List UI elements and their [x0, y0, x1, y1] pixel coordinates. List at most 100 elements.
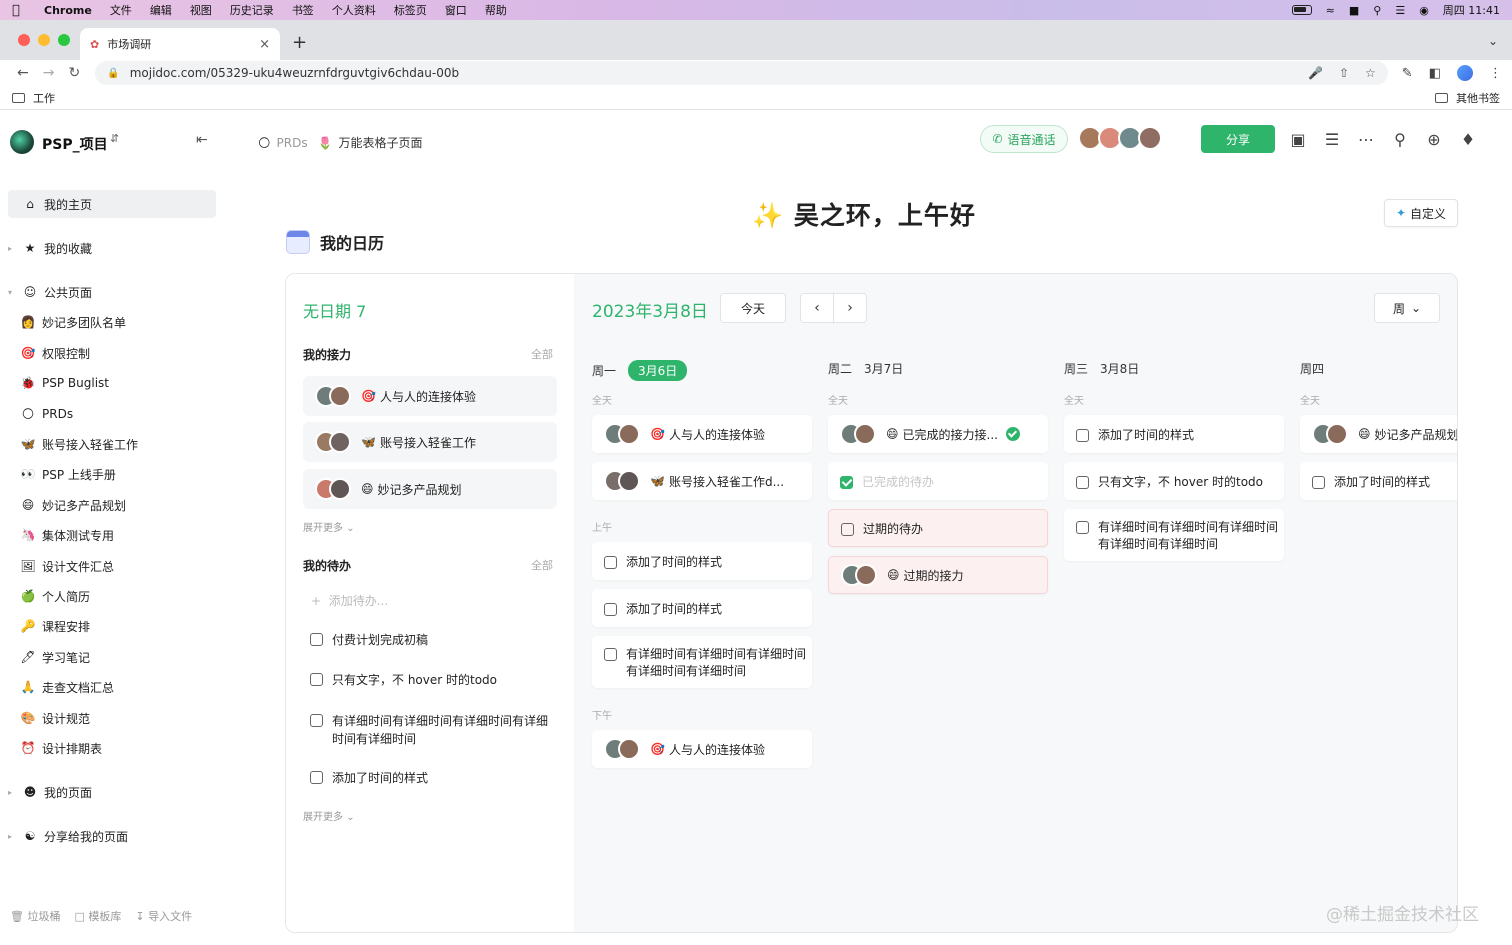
workspace-logo[interactable] — [10, 130, 34, 154]
calendar-event[interactable]: 😄 已完成的接力接... — [828, 415, 1048, 453]
chrome-menu-icon[interactable]: ⋮ — [1489, 66, 1502, 81]
minimize-window-button[interactable] — [38, 34, 50, 46]
templates-button[interactable]: □ 模板库 — [74, 908, 121, 924]
todo-item[interactable]: 只有文字，不 hover 时的todo — [310, 671, 550, 689]
calendar-todo[interactable]: 添加了时间的样式 — [1300, 462, 1457, 500]
todo-item[interactable]: 付费计划完成初稿 — [310, 631, 550, 649]
bell-icon[interactable]: ♦ — [1458, 130, 1478, 150]
calendar-todo[interactable]: 有详细时间有详细时间有详细时间有详细时间有详细时间 — [1064, 509, 1284, 561]
bookmark-folder-work[interactable]: 工作 — [33, 90, 55, 106]
menu-bookmarks[interactable]: 书签 — [292, 2, 314, 18]
more-icon[interactable]: ⋯ — [1356, 130, 1376, 150]
menu-edit[interactable]: 编辑 — [150, 2, 172, 18]
todo-all-link[interactable]: 全部 — [531, 557, 553, 573]
todo-checkbox[interactable] — [310, 633, 323, 646]
todo-checkbox[interactable] — [1076, 428, 1089, 442]
expand-more-relay[interactable]: 展开更多 ⌄ — [303, 519, 355, 534]
sidebar-item-notes[interactable]: 🖊 学习笔记 — [18, 643, 226, 671]
back-icon[interactable]: ← — [10, 65, 36, 81]
lock-icon[interactable]: 🔒 — [107, 68, 119, 79]
sidebar-item-favorites[interactable]: ▸ ★ 我的收藏 — [8, 234, 216, 262]
collapse-sidebar-icon[interactable]: ⇤ — [196, 132, 208, 148]
address-bar[interactable]: 🔒 mojidoc.com/05329-uku4weuzrnfdrguvtgiv… — [95, 61, 1388, 85]
avatar[interactable] — [1138, 126, 1162, 150]
add-todo-input[interactable]: + 添加待办... — [311, 592, 388, 609]
calendar-event[interactable]: 😄 妙记多产品规划 — [1300, 415, 1457, 453]
calendar-event[interactable]: 🎯 人与人的连接体验 — [592, 730, 812, 768]
relay-item[interactable]: 😄 妙记多产品规划 — [303, 469, 557, 509]
share-page-icon[interactable]: ⇧ — [1339, 66, 1349, 80]
calendar-event[interactable]: 🦋 账号接入轻雀工作d... — [592, 462, 812, 500]
todo-item[interactable]: 有详细时间有详细时间有详细时间有详细时间有详细时间 — [310, 712, 550, 748]
customize-button[interactable]: ✦ 自定义 — [1384, 199, 1458, 227]
todo-checkbox[interactable] — [604, 648, 617, 661]
expand-arrow-icon[interactable]: ▸ — [8, 788, 20, 797]
relay-item[interactable]: 🎯 人与人的连接体验 — [303, 376, 557, 416]
apple-icon[interactable]:  — [12, 3, 26, 18]
menu-file[interactable]: 文件 — [110, 2, 132, 18]
bookmark-star-icon[interactable]: ☆ — [1365, 66, 1376, 80]
sidebar-item-home[interactable]: ⌂ 我的主页 — [8, 190, 216, 218]
todo-item[interactable]: 添加了时间的样式 — [310, 769, 550, 787]
expand-arrow-icon[interactable]: ▾ — [8, 288, 20, 297]
sidebar-item-shared[interactable]: ▸ ☯ 分享给我的页面 — [8, 822, 216, 850]
other-bookmarks[interactable]: 其他书签 — [1435, 90, 1500, 106]
sidebar-item-account[interactable]: 🦋 账号接入轻雀工作 — [18, 430, 226, 458]
sidebar-item-permissions[interactable]: 🎯 权限控制 — [18, 339, 226, 367]
breadcrumb-current[interactable]: 万能表格子页面 — [339, 134, 423, 151]
mic-icon[interactable]: 🎤 — [1308, 66, 1323, 80]
sidebar-item-group-test[interactable]: 🦄 集体测试专用 — [18, 521, 226, 549]
sidebar-item-courses[interactable]: 🔑 课程安排 — [18, 612, 226, 640]
siri-icon[interactable]: ◉ — [1419, 4, 1429, 17]
calendar-todo[interactable]: 添加了时间的样式 — [592, 542, 812, 580]
tab-search-chevron-icon[interactable]: ⌄ — [1488, 34, 1498, 48]
browser-tab[interactable]: ✿ 市场调研 × — [80, 28, 280, 60]
sidebar-item-team-list[interactable]: 👩 妙记多团队名单 — [18, 308, 226, 336]
menu-history[interactable]: 历史记录 — [230, 2, 274, 18]
reload-icon[interactable]: ↻ — [62, 65, 88, 81]
calendar-todo[interactable]: 添加了时间的样式 — [1064, 415, 1284, 453]
side-panel-icon[interactable]: ◧ — [1429, 66, 1441, 81]
sidebar-item-walkthrough[interactable]: 🙏 走查文档汇总 — [18, 673, 226, 701]
close-window-button[interactable] — [18, 34, 30, 46]
calendar-event-overdue[interactable]: 😄 过期的接力 — [828, 556, 1048, 594]
wifi-icon[interactable]: ≈ — [1326, 4, 1335, 17]
close-tab-icon[interactable]: × — [259, 37, 270, 52]
todo-checkbox[interactable] — [841, 522, 854, 536]
todo-checkbox[interactable] — [1076, 475, 1089, 489]
relay-item[interactable]: 🦋 账号接入轻雀工作 — [303, 422, 557, 462]
calendar-todo[interactable]: 已完成的待办 — [828, 462, 1048, 500]
relay-all-link[interactable]: 全部 — [531, 346, 553, 362]
todo-checkbox[interactable] — [310, 771, 323, 784]
workspace-name[interactable]: PSP_项目 — [42, 134, 108, 154]
calendar-todo[interactable]: 添加了时间的样式 — [592, 589, 812, 627]
sidebar-item-product-plan[interactable]: 😄 妙记多产品规划 — [18, 491, 226, 519]
collaborator-avatars[interactable] — [1078, 126, 1162, 150]
forward-icon[interactable]: → — [36, 65, 62, 81]
sidebar-item-resume[interactable]: 🍏 个人简历 — [18, 582, 226, 610]
menu-help[interactable]: 帮助 — [485, 2, 507, 18]
add-icon[interactable]: ⊕ — [1424, 130, 1444, 150]
todo-checkbox-checked[interactable] — [840, 475, 853, 489]
menu-tabs[interactable]: 标签页 — [394, 2, 427, 18]
trash-button[interactable]: 🗑 垃圾桶 — [10, 908, 60, 924]
expand-arrow-icon[interactable]: ▸ — [8, 832, 20, 841]
zoom-window-button[interactable] — [58, 34, 70, 46]
calendar-todo-overdue[interactable]: 过期的待办 — [828, 509, 1048, 547]
calendar-todo[interactable]: 只有文字，不 hover 时的todo — [1064, 462, 1284, 500]
voice-call-button[interactable]: ✆ 语音通话 — [980, 125, 1068, 153]
todo-checkbox[interactable] — [1076, 521, 1089, 534]
menu-view[interactable]: 视图 — [190, 2, 212, 18]
profile-avatar[interactable] — [1457, 65, 1473, 81]
share-button[interactable]: 分享 — [1201, 125, 1275, 153]
present-icon[interactable]: ▣ — [1288, 130, 1308, 150]
sidebar-item-launch-manual[interactable]: 👀 PSP 上线手册 — [18, 460, 226, 488]
control-center-icon[interactable]: ☰ — [1395, 4, 1405, 17]
todo-checkbox[interactable] — [310, 673, 323, 686]
breadcrumb-parent[interactable]: PRDs — [277, 136, 308, 150]
todo-checkbox[interactable] — [604, 555, 617, 569]
todo-checkbox[interactable] — [310, 714, 323, 727]
clock[interactable]: 周四 11:41 — [1443, 2, 1500, 18]
url-text[interactable]: mojidoc.com/05329-uku4weuzrnfdrguvtgiv6c… — [130, 66, 459, 80]
menu-profile[interactable]: 个人资料 — [332, 2, 376, 18]
